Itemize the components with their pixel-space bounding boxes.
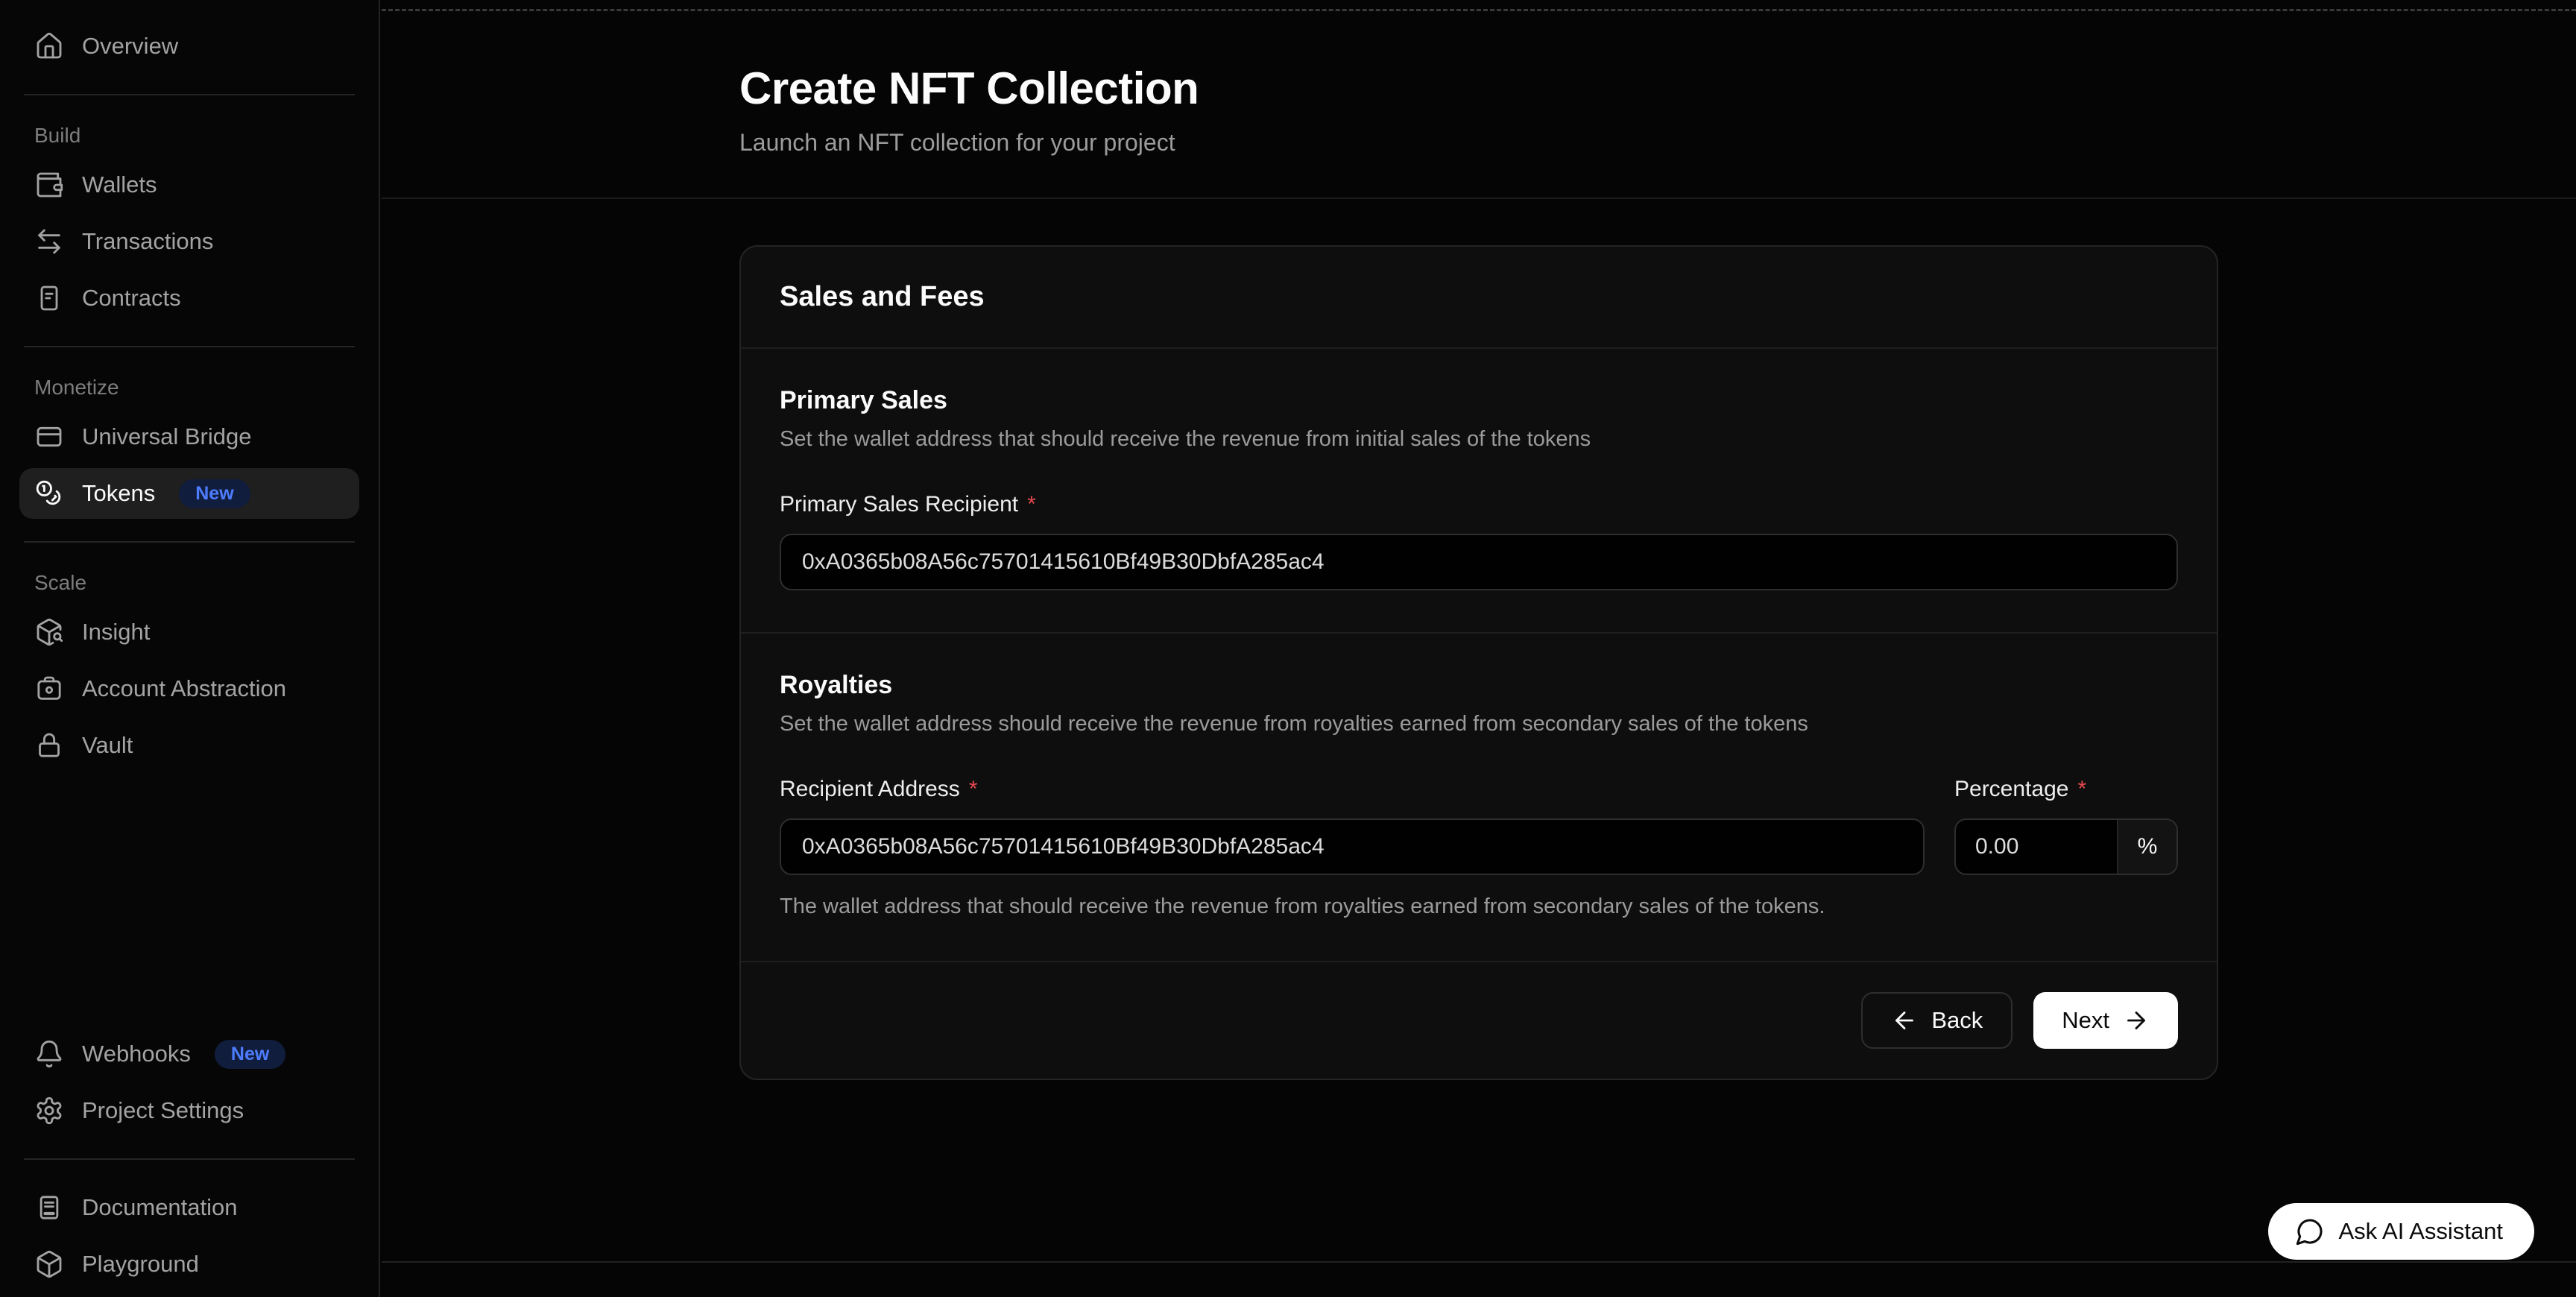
sidebar-item-account-abstraction[interactable]: Account Abstraction	[19, 663, 359, 714]
coins-icon	[34, 479, 64, 508]
sidebar-item-label: Vault	[82, 732, 133, 759]
sidebar-item-documentation[interactable]: Documentation	[19, 1182, 359, 1233]
home-icon	[34, 31, 64, 61]
new-badge: New	[179, 479, 250, 508]
royalties-recipient-column: Recipient Address * The wallet address t…	[780, 736, 1925, 919]
percentage-label: Percentage *	[1954, 777, 2178, 802]
primary-sales-section: Primary Sales Set the wallet address tha…	[741, 349, 2217, 632]
sidebar-item-label: Webhooks	[82, 1041, 191, 1067]
sidebar-item-overview[interactable]: Overview	[19, 21, 359, 72]
primary-sales-recipient-input[interactable]	[780, 534, 2178, 590]
page-subtitle: Launch an NFT collection for your projec…	[739, 129, 2218, 157]
smart-account-icon	[34, 674, 64, 704]
sidebar-item-contracts[interactable]: Contracts	[19, 273, 359, 324]
sidebar-item-transactions[interactable]: Transactions	[19, 216, 359, 267]
sidebar-item-label: Transactions	[82, 228, 213, 255]
sidebar-item-label: Insight	[82, 619, 150, 646]
sidebar-item-label: Universal Bridge	[82, 423, 251, 450]
card-footer: Back Next	[741, 961, 2217, 1079]
royalties-recipient-input[interactable]	[780, 818, 1925, 875]
royalties-recipient-label: Recipient Address *	[780, 777, 1925, 802]
page-header: Create NFT Collection Launch an NFT coll…	[382, 0, 2576, 199]
sidebar-item-label: Playground	[82, 1251, 199, 1278]
required-asterisk: *	[969, 777, 978, 802]
sidebar-item-webhooks[interactable]: Webhooks New	[19, 1029, 359, 1079]
sidebar-item-label: Documentation	[82, 1194, 238, 1221]
required-asterisk: *	[2077, 777, 2086, 802]
percentage-input-group: %	[1954, 818, 2178, 875]
cube-icon	[34, 1249, 64, 1279]
sidebar-item-insight[interactable]: Insight	[19, 607, 359, 657]
arrows-left-right-icon	[34, 227, 64, 256]
sales-and-fees-card: Sales and Fees Primary Sales Set the wal…	[739, 245, 2218, 1080]
sidebar-item-wallets[interactable]: Wallets	[19, 160, 359, 210]
primary-sales-recipient-label: Primary Sales Recipient *	[780, 492, 2178, 517]
royalties-heading: Royalties	[780, 671, 2178, 700]
lock-icon	[34, 730, 64, 760]
sidebar-section-scale: Scale	[34, 569, 359, 596]
sidebar-item-label: Tokens	[82, 480, 155, 507]
sidebar-item-tokens[interactable]: Tokens New	[19, 468, 359, 519]
card-header: Sales and Fees	[741, 247, 2217, 349]
percent-suffix: %	[2117, 820, 2176, 874]
royalties-helper-text: The wallet address that should receive t…	[780, 894, 1925, 919]
royalties-fields-row: Recipient Address * The wallet address t…	[780, 736, 2178, 919]
sidebar-item-label: Account Abstraction	[82, 675, 286, 702]
sidebar-spacer	[19, 774, 359, 1026]
bell-icon	[34, 1039, 64, 1069]
main-area: Create NFT Collection Launch an NFT coll…	[382, 0, 2576, 1297]
wallet-icon	[34, 170, 64, 200]
sidebar-item-label: Wallets	[82, 171, 157, 198]
sidebar-section-build: Build	[34, 122, 359, 149]
contract-file-icon	[34, 283, 64, 313]
arrow-right-icon	[2123, 1007, 2150, 1034]
sidebar-divider	[24, 94, 355, 95]
sidebar-item-label: Overview	[82, 33, 178, 60]
book-icon	[34, 1193, 64, 1222]
sidebar: Overview Build Wallets Transactions Cont…	[0, 0, 380, 1297]
sidebar-divider	[24, 541, 355, 543]
gear-icon	[34, 1096, 64, 1126]
sidebar-item-project-settings[interactable]: Project Settings	[19, 1085, 359, 1136]
royalties-percentage-column: Percentage * %	[1954, 736, 2178, 919]
required-asterisk: *	[1027, 492, 1036, 517]
sidebar-item-vault[interactable]: Vault	[19, 720, 359, 771]
page-title: Create NFT Collection	[739, 63, 2218, 114]
chat-bubble-icon	[2295, 1216, 2325, 1246]
royalties-description: Set the wallet address should receive th…	[780, 712, 2178, 736]
sidebar-divider	[24, 346, 355, 347]
primary-sales-heading: Primary Sales	[780, 386, 2178, 415]
dashed-top-divider	[382, 9, 2576, 11]
arrow-left-icon	[1891, 1007, 1918, 1034]
credit-card-icon	[34, 422, 64, 452]
sidebar-divider	[24, 1158, 355, 1160]
back-button[interactable]: Back	[1861, 992, 2012, 1049]
sidebar-item-universal-bridge[interactable]: Universal Bridge	[19, 411, 359, 462]
package-search-icon	[34, 617, 64, 647]
new-badge: New	[215, 1040, 285, 1069]
sidebar-section-monetize: Monetize	[34, 374, 359, 401]
percentage-input[interactable]	[1956, 820, 2117, 874]
sidebar-item-label: Project Settings	[82, 1097, 244, 1124]
card-title: Sales and Fees	[780, 281, 2178, 313]
app-window: Overview Build Wallets Transactions Cont…	[0, 0, 2576, 1297]
primary-sales-description: Set the wallet address that should recei…	[780, 427, 2178, 452]
next-button[interactable]: Next	[2033, 992, 2178, 1049]
sidebar-item-label: Contracts	[82, 285, 181, 312]
ask-ai-assistant-button[interactable]: Ask AI Assistant	[2268, 1203, 2534, 1260]
bottom-divider	[382, 1261, 2576, 1263]
royalties-section: Royalties Set the wallet address should …	[741, 632, 2217, 961]
sidebar-item-playground[interactable]: Playground	[19, 1239, 359, 1290]
